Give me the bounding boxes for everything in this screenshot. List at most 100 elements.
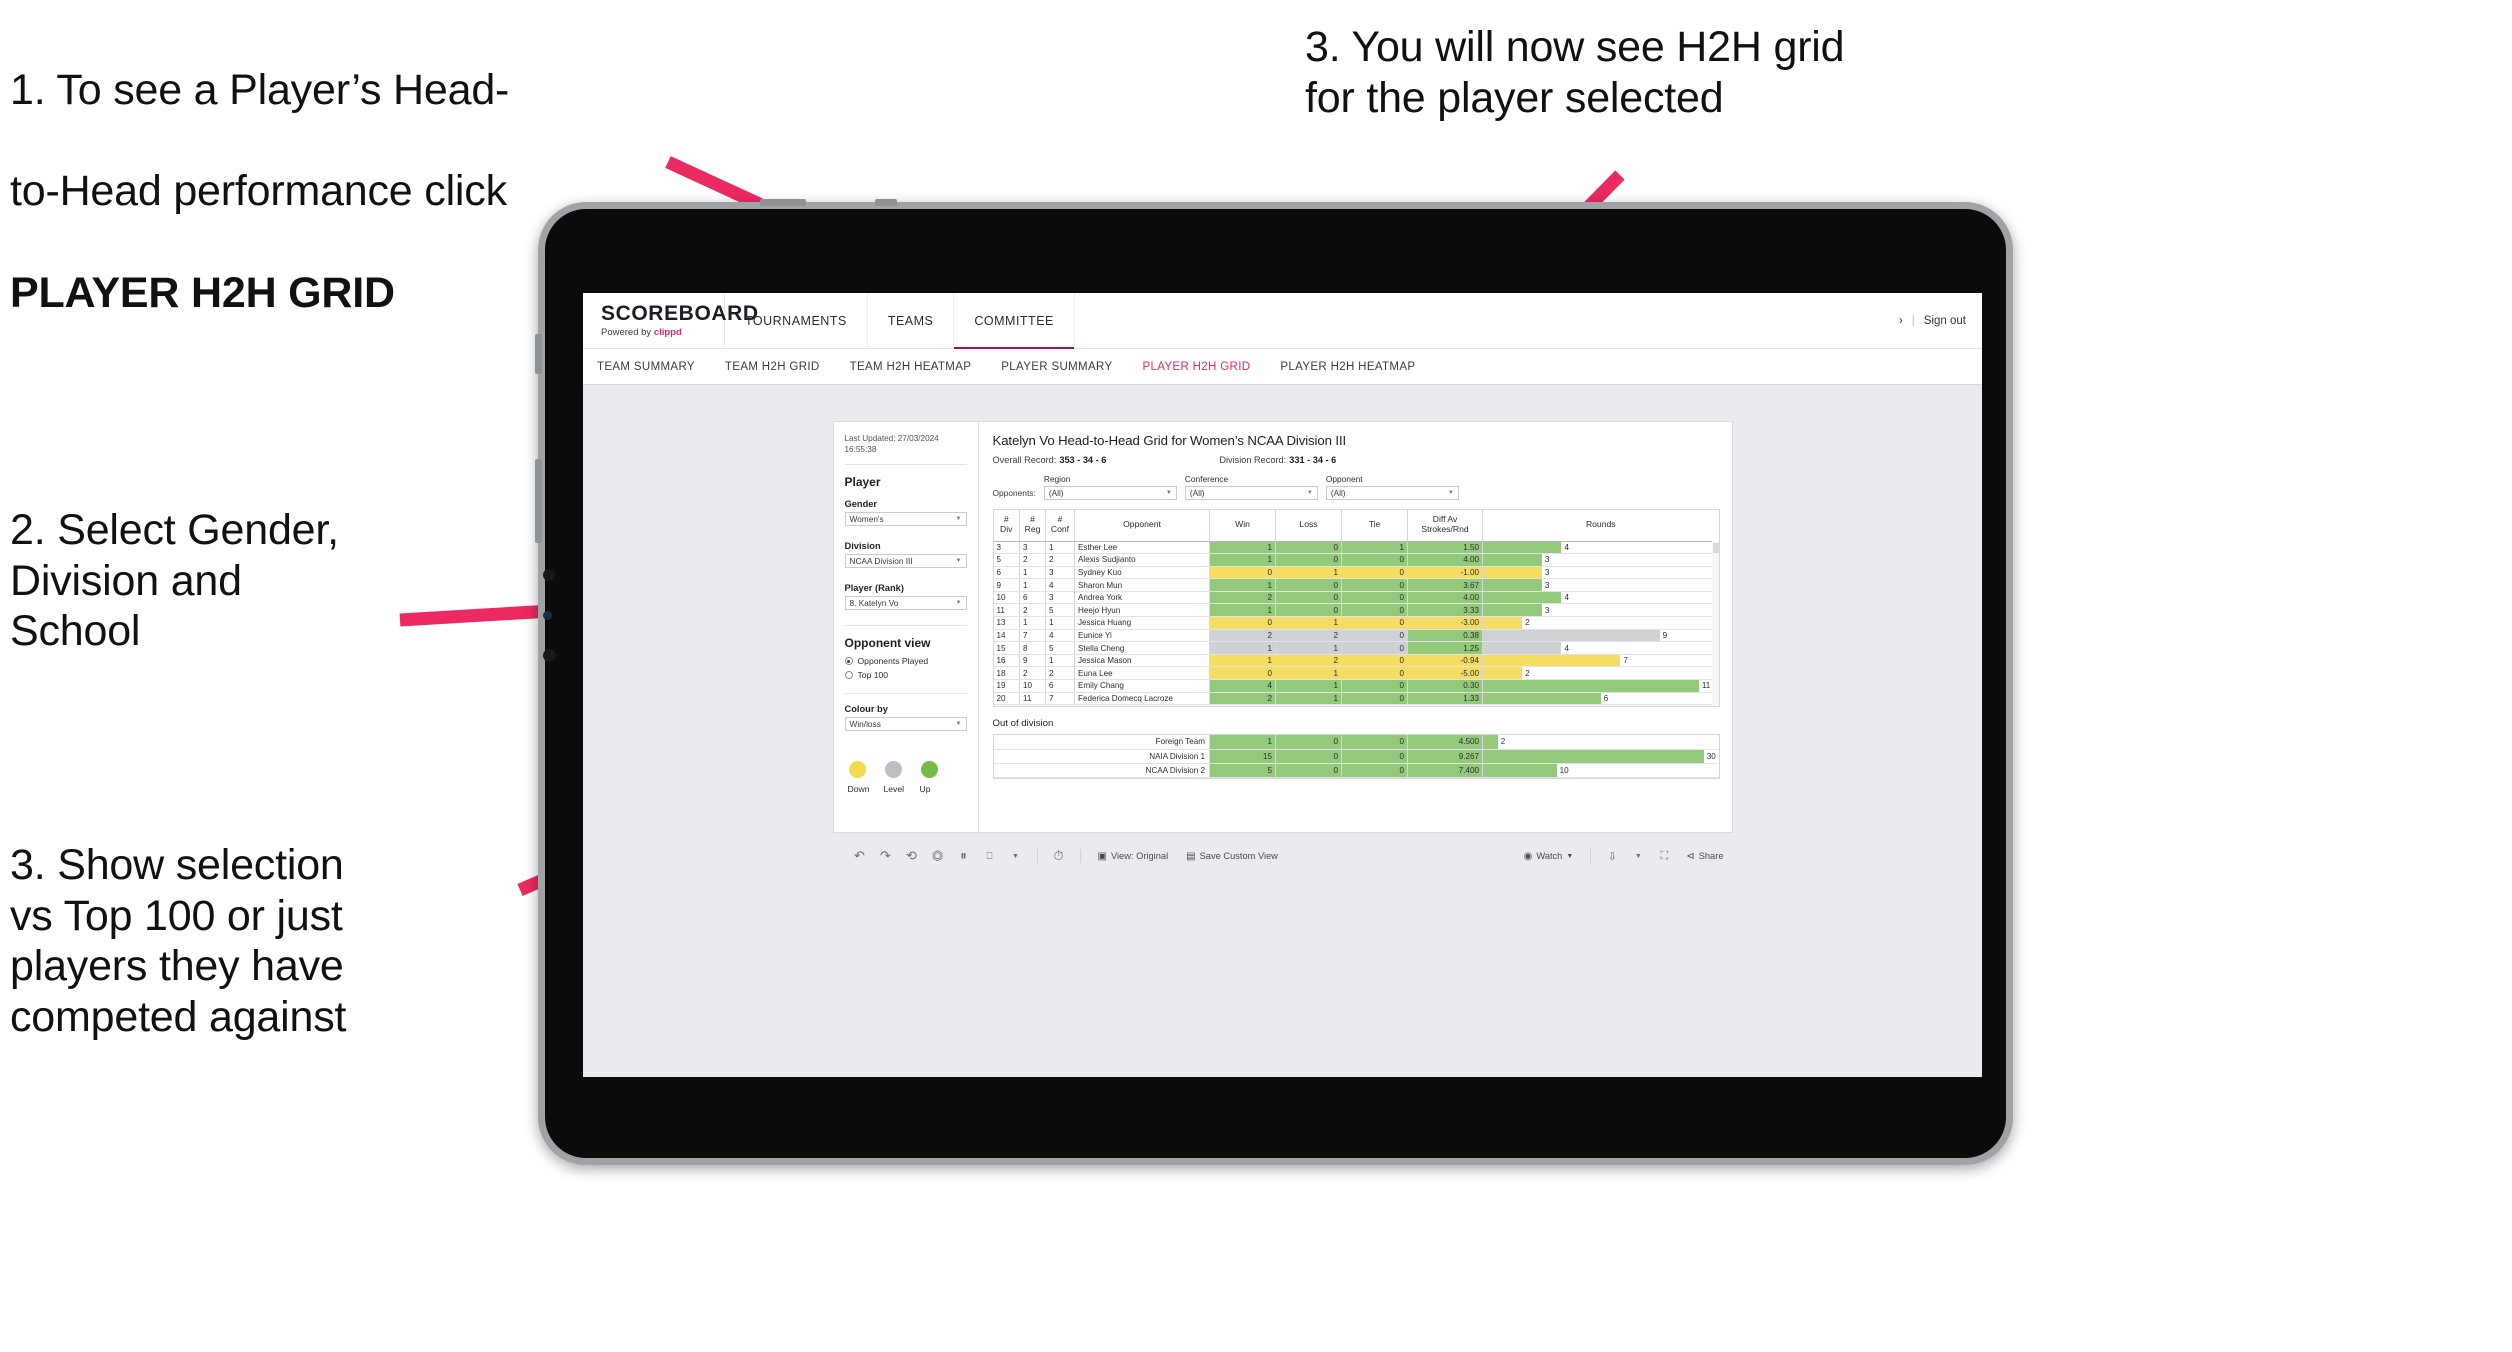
- conference-select[interactable]: (All) ▼: [1184, 486, 1318, 500]
- brand-logo[interactable]: SCOREBOARD Powered by clippd: [583, 293, 758, 348]
- watch-button[interactable]: ◉ Watch ▼: [1515, 851, 1583, 862]
- col-header-diff-av-strokes-rnd[interactable]: Diff Av Strokes/Rnd: [1407, 510, 1483, 542]
- opponent-select[interactable]: (All) ▼: [1325, 486, 1459, 500]
- cell-diff-av-strokes-rnd: 4.500: [1407, 735, 1483, 750]
- custom-views-icon[interactable]: ⎕: [977, 851, 1003, 862]
- cell-win: 1: [1209, 654, 1276, 668]
- player-rank-label: Player (Rank): [844, 583, 904, 594]
- table-row[interactable]: 18 2 2 Euna Lee 0 1 0 -5.00 2: [993, 666, 1719, 681]
- cell-tie: 0: [1341, 578, 1408, 592]
- chevron-right-icon[interactable]: ›: [1899, 315, 1903, 327]
- out-of-division-table: Foreign Team 1 0 0 4.500 2 NAIA Division 1 15 0 0…: [993, 735, 1719, 778]
- cell-tie: 0: [1341, 616, 1408, 630]
- view-original-label: View: Original: [1110, 851, 1169, 861]
- chevron-down-icon[interactable]: ▼: [1625, 853, 1651, 860]
- cell-reg: 7: [1019, 629, 1046, 643]
- cell-reg: 1: [1019, 566, 1046, 580]
- division-label: Division: [844, 541, 881, 552]
- cell-opponent: Alexis Sudjianto: [1074, 553, 1210, 567]
- tab-player-summary[interactable]: PLAYER SUMMARY: [1001, 361, 1112, 373]
- alerts-icon[interactable]: ⏱: [1046, 848, 1072, 864]
- refresh-data-icon[interactable]: ⏣: [925, 848, 951, 864]
- table-row[interactable]: 16 9 1 Jessica Mason 1 2 0 -0.94 7: [993, 654, 1719, 668]
- table-row[interactable]: 6 1 3 Sydney Kuo 0 1 0 -1.00 3: [993, 566, 1719, 580]
- topnav-item-teams[interactable]: TEAMS: [868, 293, 955, 348]
- out-of-division-row[interactable]: Foreign Team 1 0 0 4.500 2: [993, 735, 1719, 750]
- save-custom-view-button[interactable]: ▤ Save Custom View: [1177, 851, 1287, 862]
- rounds-value: 2: [1525, 618, 1530, 628]
- col-header-rounds[interactable]: Rounds: [1482, 510, 1719, 542]
- tab-team-h2h-heatmap[interactable]: TEAM H2H HEATMAP: [850, 361, 972, 373]
- table-row[interactable]: 3 3 1 Esther Lee 1 0 1 1.50 4: [993, 541, 1719, 555]
- watch-icon: ◉: [1523, 850, 1533, 862]
- division-select[interactable]: NCAA Division III ▼: [844, 554, 967, 569]
- redo-icon[interactable]: ↷: [873, 848, 899, 864]
- tab-team-summary[interactable]: TEAM SUMMARY: [597, 361, 695, 373]
- overall-record: Overall Record: 353 - 34 - 6: [993, 455, 1107, 465]
- chevron-down-icon: ▼: [1566, 852, 1574, 860]
- table-scrollbar[interactable]: [1711, 541, 1719, 706]
- col-header-opponent[interactable]: Opponent: [1074, 510, 1210, 542]
- undo-icon[interactable]: ↶: [847, 848, 873, 864]
- col-header-tie[interactable]: Tie: [1341, 510, 1408, 542]
- view-original-button[interactable]: ▣ View: Original: [1089, 851, 1178, 862]
- table-row[interactable]: 10 6 3 Andrea York 2 0 0 4.00 4: [993, 591, 1719, 605]
- cell-reg: 2: [1019, 666, 1046, 681]
- download-icon[interactable]: ⇩: [1599, 850, 1625, 863]
- divider: [844, 625, 967, 627]
- col-header-win[interactable]: Win: [1209, 510, 1276, 542]
- table-row[interactable]: 11 2 5 Heejo Hyun 1 0 0 3.33 3: [993, 603, 1719, 618]
- tab-team-h2h-grid[interactable]: TEAM H2H GRID: [725, 361, 820, 373]
- h2h-table-head: # Div # Reg # Conf Opponent Win Loss Tie Diff Av St…: [993, 510, 1719, 542]
- cell-opponent: Federica Domecq Lacroze: [1074, 692, 1210, 706]
- table-row[interactable]: 13 1 1 Jessica Huang 0 1 0 -3.00 2: [993, 616, 1719, 630]
- colour-by-select[interactable]: Win/loss ▼: [844, 717, 967, 732]
- col-header-reg[interactable]: # Reg: [1019, 510, 1046, 542]
- rounds-value: 3: [1544, 580, 1550, 590]
- gender-select[interactable]: Women's ▼: [844, 512, 967, 527]
- cell-win: 1: [1209, 735, 1276, 750]
- cell-reg: 3: [1019, 541, 1046, 555]
- tab-player-h2h-heatmap[interactable]: PLAYER H2H HEATMAP: [1280, 361, 1415, 373]
- cell-reg: 1: [1019, 578, 1046, 592]
- out-of-division-container: Foreign Team 1 0 0 4.500 2 NAIA Division 1 15 0 0…: [992, 734, 1720, 779]
- tablet-device-frame: SCOREBOARD Powered by clippd TOURNAMENTS…: [535, 199, 2013, 1165]
- cell-conf: 1: [1045, 654, 1075, 668]
- table-row[interactable]: 20 11 7 Federica Domecq Lacroze 2 1 0 1.33 6: [993, 692, 1719, 706]
- table-scrollbar-thumb[interactable]: [1712, 543, 1719, 553]
- rounds-bar: [1483, 591, 1562, 604]
- col-header-div[interactable]: # Div: [993, 510, 1020, 542]
- share-button[interactable]: ⊲ Share: [1677, 851, 1732, 862]
- table-row[interactable]: 15 8 5 Stella Cheng 1 1 0 1.25 4: [993, 641, 1719, 655]
- cell-loss: 1: [1275, 616, 1342, 630]
- player-rank-select[interactable]: 8. Katelyn Vo ▼: [844, 596, 967, 611]
- out-of-division-row[interactable]: NAIA Division 1 15 0 0 9.267 30: [993, 749, 1719, 764]
- topnav-spacer: [1075, 293, 1899, 348]
- device-top-button-2: [875, 199, 897, 206]
- cell-loss: 1: [1275, 566, 1342, 580]
- app-sub-navigation: TEAM SUMMARY TEAM H2H GRID TEAM H2H HEAT…: [583, 349, 1982, 385]
- h2h-table-container[interactable]: # Div # Reg # Conf Opponent Win Loss Tie Diff Av St…: [992, 509, 1720, 707]
- chevron-down-icon: ▼: [955, 600, 962, 607]
- region-select[interactable]: (All) ▼: [1043, 486, 1177, 500]
- table-row[interactable]: 9 1 4 Sharon Mun 1 0 0 3.67 3: [993, 578, 1719, 592]
- fullscreen-icon[interactable]: ⛶: [1651, 850, 1677, 863]
- topnav-item-tournaments[interactable]: TOURNAMENTS: [725, 293, 868, 348]
- table-row[interactable]: 19 10 6 Emily Chang 4 1 0 0.30 11: [993, 679, 1719, 693]
- chevron-down-icon[interactable]: ▼: [1003, 853, 1029, 860]
- tab-player-h2h-grid[interactable]: PLAYER H2H GRID: [1142, 361, 1250, 373]
- out-of-division-row[interactable]: NCAA Division 2 5 0 0 7.400 10: [993, 763, 1719, 778]
- topnav-item-committee[interactable]: COMMITTEE: [954, 293, 1075, 349]
- col-header-conf[interactable]: # Conf: [1045, 510, 1075, 542]
- cell-loss: 1: [1275, 666, 1342, 681]
- cell-conf: 5: [1045, 603, 1075, 618]
- table-row[interactable]: 5 2 2 Alexis Sudjianto 1 0 0 4.00 3: [993, 553, 1719, 567]
- table-row[interactable]: 14 7 4 Eunice Yi 2 2 0 0.38 9: [993, 629, 1719, 643]
- radio-top-100[interactable]: Top 100: [844, 670, 967, 680]
- radio-opponents-played[interactable]: Opponents Played: [844, 656, 967, 666]
- sign-out-link[interactable]: Sign out: [1924, 315, 1966, 327]
- pause-updates-icon[interactable]: ⏸: [951, 848, 977, 864]
- col-header-loss[interactable]: Loss: [1275, 510, 1342, 542]
- cell-diff-av-strokes-rnd: 4.00: [1407, 553, 1483, 567]
- revert-icon[interactable]: ⟲: [899, 848, 925, 864]
